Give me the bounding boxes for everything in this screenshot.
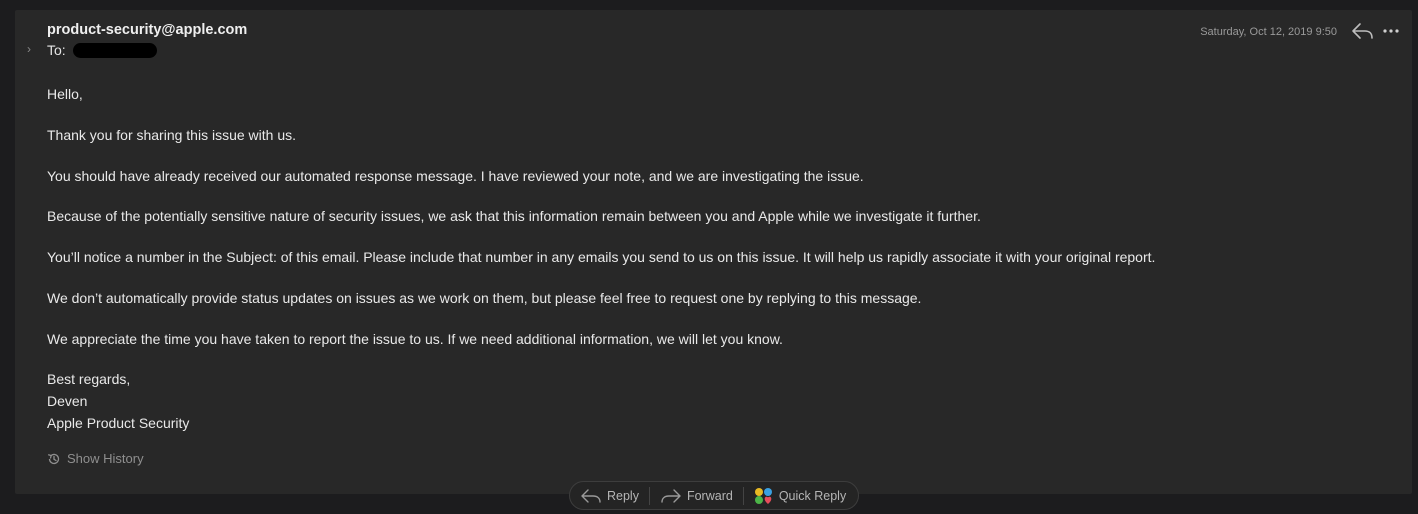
redacted-recipient xyxy=(72,42,157,58)
forward-arrow-icon xyxy=(661,488,681,503)
quick-reply-label: Quick Reply xyxy=(778,488,847,503)
body-paragraph: Hello, xyxy=(47,86,83,102)
body-paragraph: You’ll notice a number in the Subject: o… xyxy=(47,249,1156,266)
message-date: Saturday, Oct 12, 2019 9:50 xyxy=(1200,26,1337,38)
body-paragraph: Because of the potentially sensitive nat… xyxy=(47,208,981,225)
forward-button[interactable]: Forward xyxy=(650,482,743,509)
message-body: Hello, Thank you for sharing this issue … xyxy=(47,84,1347,370)
quick-reply-icon xyxy=(754,487,772,504)
show-history-button[interactable]: Show History xyxy=(47,451,144,466)
chevron-right-icon[interactable]: › xyxy=(27,42,31,56)
email-message: › product-security@apple.com To: Saturda… xyxy=(15,10,1412,494)
forward-label: Forward xyxy=(686,488,733,503)
body-paragraph: We don’t automatically provide status up… xyxy=(47,289,922,306)
signature-line: Best regards, xyxy=(47,371,131,387)
reply-button[interactable]: Reply xyxy=(570,482,649,509)
sender-address[interactable]: product-security@apple.com xyxy=(47,22,247,38)
message-action-toolbar: Reply Forward Quick Reply xyxy=(569,481,859,510)
body-paragraph: Thank you for sharing this issue with us… xyxy=(47,126,297,143)
reply-arrow-icon[interactable] xyxy=(1351,21,1375,41)
show-history-label: Show History xyxy=(67,451,144,466)
signature: Best regards, Deven Apple Product Securi… xyxy=(47,368,189,434)
to-label: To: xyxy=(47,42,66,58)
body-paragraph: We appreciate the time you have taken to… xyxy=(47,330,783,347)
history-icon xyxy=(47,453,60,464)
ellipsis-icon[interactable] xyxy=(1382,22,1400,40)
reply-label: Reply xyxy=(607,488,639,503)
quick-reply-button[interactable]: Quick Reply xyxy=(744,482,856,509)
signature-line: Apple Product Security xyxy=(47,415,190,431)
body-paragraph: You should have already received our aut… xyxy=(47,167,864,184)
reply-arrow-icon xyxy=(581,488,601,503)
signature-line: Deven xyxy=(47,393,88,409)
recipient-row: To: xyxy=(47,42,157,58)
